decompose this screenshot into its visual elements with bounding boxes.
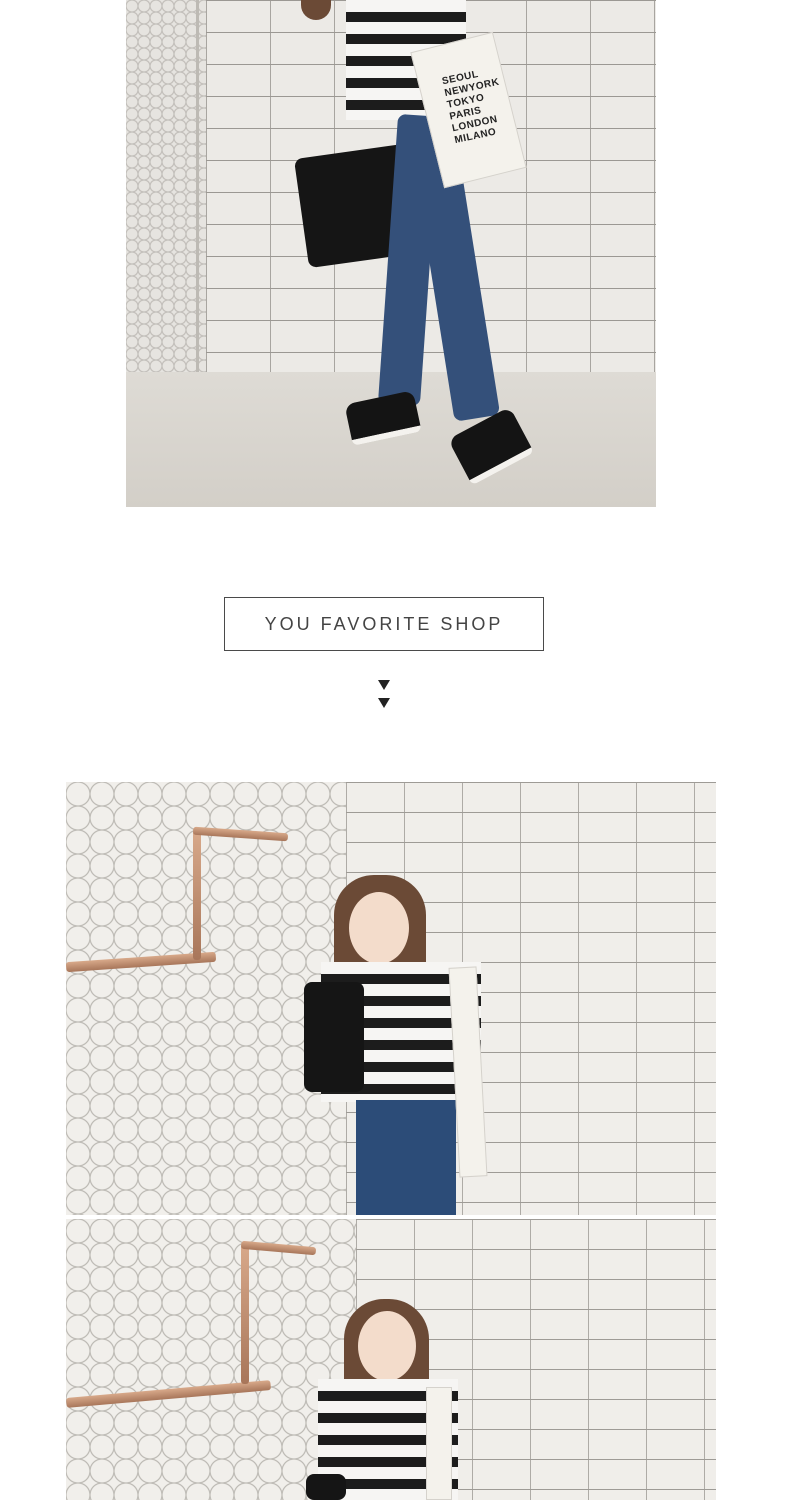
arrow-down-icon (378, 680, 390, 690)
hex-tile-wall (126, 0, 206, 420)
rose-gold-rail-vertical (241, 1244, 249, 1384)
product-photo-middle (66, 782, 716, 1215)
hex-tile-wall (66, 1219, 356, 1500)
rose-gold-rail-vertical (193, 830, 201, 960)
tote-bag (426, 1387, 452, 1500)
shop-section-label: YOU FAVORITE SHOP (224, 597, 544, 651)
product-photo-top: SEOUL NEWYORK TOKYO PARIS LONDON MILANO (126, 0, 656, 507)
product-photo-bottom (66, 1219, 716, 1500)
black-jacket (306, 1474, 346, 1500)
black-jacket (304, 982, 364, 1092)
face (358, 1311, 416, 1381)
shop-section-label-text: YOU FAVORITE SHOP (264, 613, 504, 634)
wall-corner (196, 0, 199, 430)
face (349, 892, 409, 964)
jeans (356, 1100, 456, 1215)
arrow-down-icon (378, 698, 390, 708)
